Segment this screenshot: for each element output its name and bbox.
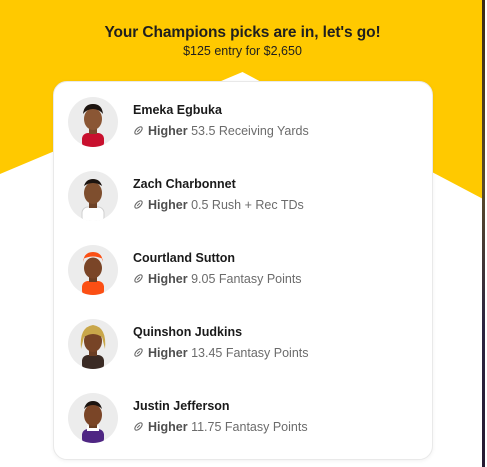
picks-card: Emeka Egbuka Higher 53.5 Receiving Yards… — [53, 81, 433, 460]
football-icon — [134, 422, 143, 431]
player-name: Courtland Sutton — [133, 251, 236, 265]
pick-row: Justin Jefferson Higher 11.75 Fantasy Po… — [54, 388, 432, 448]
pick-row: Courtland Sutton Higher 9.05 Fantasy Poi… — [54, 240, 432, 300]
pick-direction: Higher — [148, 420, 188, 434]
pick-detail: Higher 9.05 Fantasy Points — [133, 272, 302, 286]
player-name: Justin Jefferson — [133, 399, 230, 413]
football-icon — [134, 126, 143, 135]
player-avatar — [68, 319, 118, 369]
football-icon — [134, 274, 143, 283]
pick-row: Emeka Egbuka Higher 53.5 Receiving Yards — [54, 92, 432, 152]
pick-line: 9.05 Fantasy Points — [191, 272, 302, 286]
page-title: Your Champions picks are in, let's go! — [104, 24, 381, 41]
pick-line: 11.75 Fantasy Points — [191, 420, 308, 434]
player-name: Zach Charbonnet — [133, 177, 236, 191]
pick-row: Zach Charbonnet Higher 0.5 Rush + Rec TD… — [54, 166, 432, 226]
pick-detail: Higher 0.5 Rush + Rec TDs — [133, 198, 304, 212]
pick-detail: Higher 53.5 Receiving Yards — [133, 124, 309, 138]
pick-direction: Higher — [148, 124, 188, 138]
pick-detail: Higher 13.45 Fantasy Points — [133, 346, 309, 360]
football-icon — [134, 348, 143, 357]
pick-detail: Higher 11.75 Fantasy Points — [133, 420, 308, 434]
football-icon — [134, 200, 143, 209]
pick-row: Quinshon Judkins Higher 13.45 Fantasy Po… — [54, 314, 432, 374]
player-avatar — [68, 97, 118, 147]
player-name: Emeka Egbuka — [133, 103, 222, 117]
window-edge — [482, 0, 485, 467]
pick-line: 53.5 Receiving Yards — [191, 124, 309, 138]
header: Your Champions picks are in, let's go! $… — [0, 24, 485, 59]
pick-line: 0.5 Rush + Rec TDs — [191, 198, 304, 212]
player-avatar — [68, 393, 118, 443]
pick-direction: Higher — [148, 272, 188, 286]
player-avatar — [68, 245, 118, 295]
player-name: Quinshon Judkins — [133, 325, 243, 339]
pick-direction: Higher — [148, 346, 188, 360]
pick-direction: Higher — [148, 198, 188, 212]
entry-summary: $125 entry for $2,650 — [183, 44, 302, 58]
pick-line: 13.45 Fantasy Points — [191, 346, 309, 360]
player-avatar — [68, 171, 118, 221]
picks-confirmation-screen: Your Champions picks are in, let's go! $… — [0, 0, 485, 467]
